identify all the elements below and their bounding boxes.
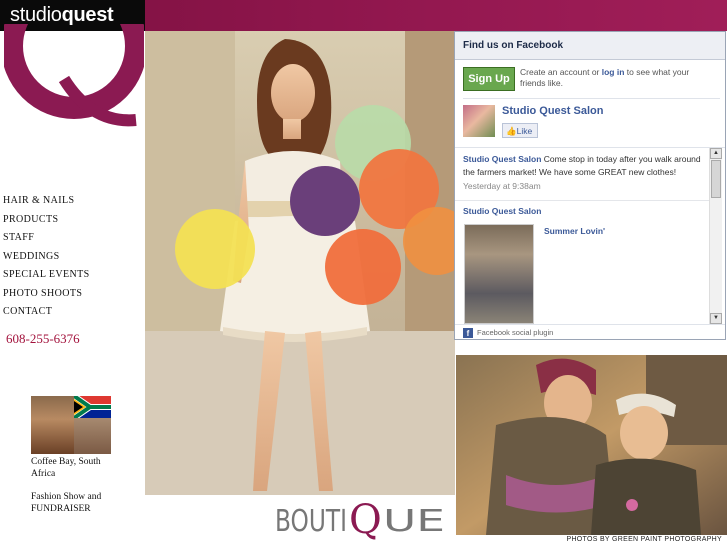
boutique-q-letter: Q — [349, 497, 382, 543]
divider — [463, 98, 720, 99]
logo-q-icon — [4, 24, 144, 127]
facebook-like-box: Find us on Facebook Sign Up Create an ac… — [454, 31, 726, 340]
nav-special-events[interactable]: SPECIAL EVENTS — [3, 266, 90, 285]
main-model-photo — [145, 31, 455, 495]
main-nav: HAIR & NAILS PRODUCTS STAFF WEDDINGS SPE… — [3, 192, 90, 322]
post-time[interactable]: Yesterday at 9:38am — [463, 180, 707, 193]
south-africa-flag-icon[interactable] — [74, 396, 111, 418]
boutique-text-right: UE — [383, 504, 445, 539]
divider — [455, 200, 709, 201]
scroll-down-icon[interactable]: ▼ — [710, 313, 722, 324]
coffee-bay-photo[interactable] — [31, 396, 74, 454]
friends-photo — [456, 355, 727, 535]
facebook-stream[interactable]: Studio Quest Salon Come stop in today af… — [455, 148, 709, 324]
facebook-page-name[interactable]: Studio Quest Salon — [502, 105, 603, 117]
post-author[interactable]: Studio Quest Salon — [463, 154, 541, 164]
stream-scrollbar[interactable]: ▲ ▼ — [709, 148, 722, 324]
facebook-post: Studio Quest Salon Come stop in today af… — [463, 153, 707, 193]
facebook-title: Find us on Facebook — [455, 32, 725, 60]
facebook-photo-caption[interactable]: Summer Lovin' — [544, 226, 605, 236]
facebook-icon: f — [463, 328, 473, 339]
facebook-like-button[interactable]: 👍Like — [502, 123, 538, 138]
nav-hair-nails[interactable]: HAIR & NAILS — [3, 192, 90, 211]
facebook-login-link[interactable]: log in — [602, 67, 625, 77]
facebook-post-photo[interactable] — [464, 224, 534, 324]
nav-products[interactable]: PRODUCTS — [3, 211, 90, 230]
facebook-page-avatar[interactable] — [463, 105, 495, 137]
fundraiser-caption[interactable]: Fashion Show and FUNDRAISER — [31, 491, 121, 515]
nav-staff[interactable]: STAFF — [3, 229, 90, 248]
coffee-bay-caption[interactable]: Coffee Bay, South Africa — [31, 456, 121, 480]
thumbs-up-icon: 👍 — [506, 126, 517, 136]
nav-weddings[interactable]: WEDDINGS — [3, 248, 90, 267]
facebook-footer: f Facebook social plugin — [455, 324, 725, 340]
facebook-signup-text: Create an account or log in to see what … — [520, 67, 690, 88]
phone-number: 608-255-6376 — [6, 331, 80, 346]
scroll-up-icon[interactable]: ▲ — [710, 148, 722, 159]
boutique-logo[interactable]: BOUTI Q UE — [275, 497, 450, 545]
nav-photo-shoots[interactable]: PHOTO SHOOTS — [3, 285, 90, 304]
photo-credit: PHOTOS BY GREEN PAINT PHOTOGRAPHY — [566, 536, 722, 543]
nav-contact[interactable]: CONTACT — [3, 303, 90, 322]
post-author[interactable]: Studio Quest Salon — [463, 206, 541, 216]
scrollbar-thumb[interactable] — [711, 160, 721, 198]
boutique-text-left: BOUTI — [275, 504, 347, 539]
facebook-signup-button[interactable]: Sign Up — [463, 67, 515, 91]
fundraiser-photo[interactable] — [74, 418, 111, 454]
